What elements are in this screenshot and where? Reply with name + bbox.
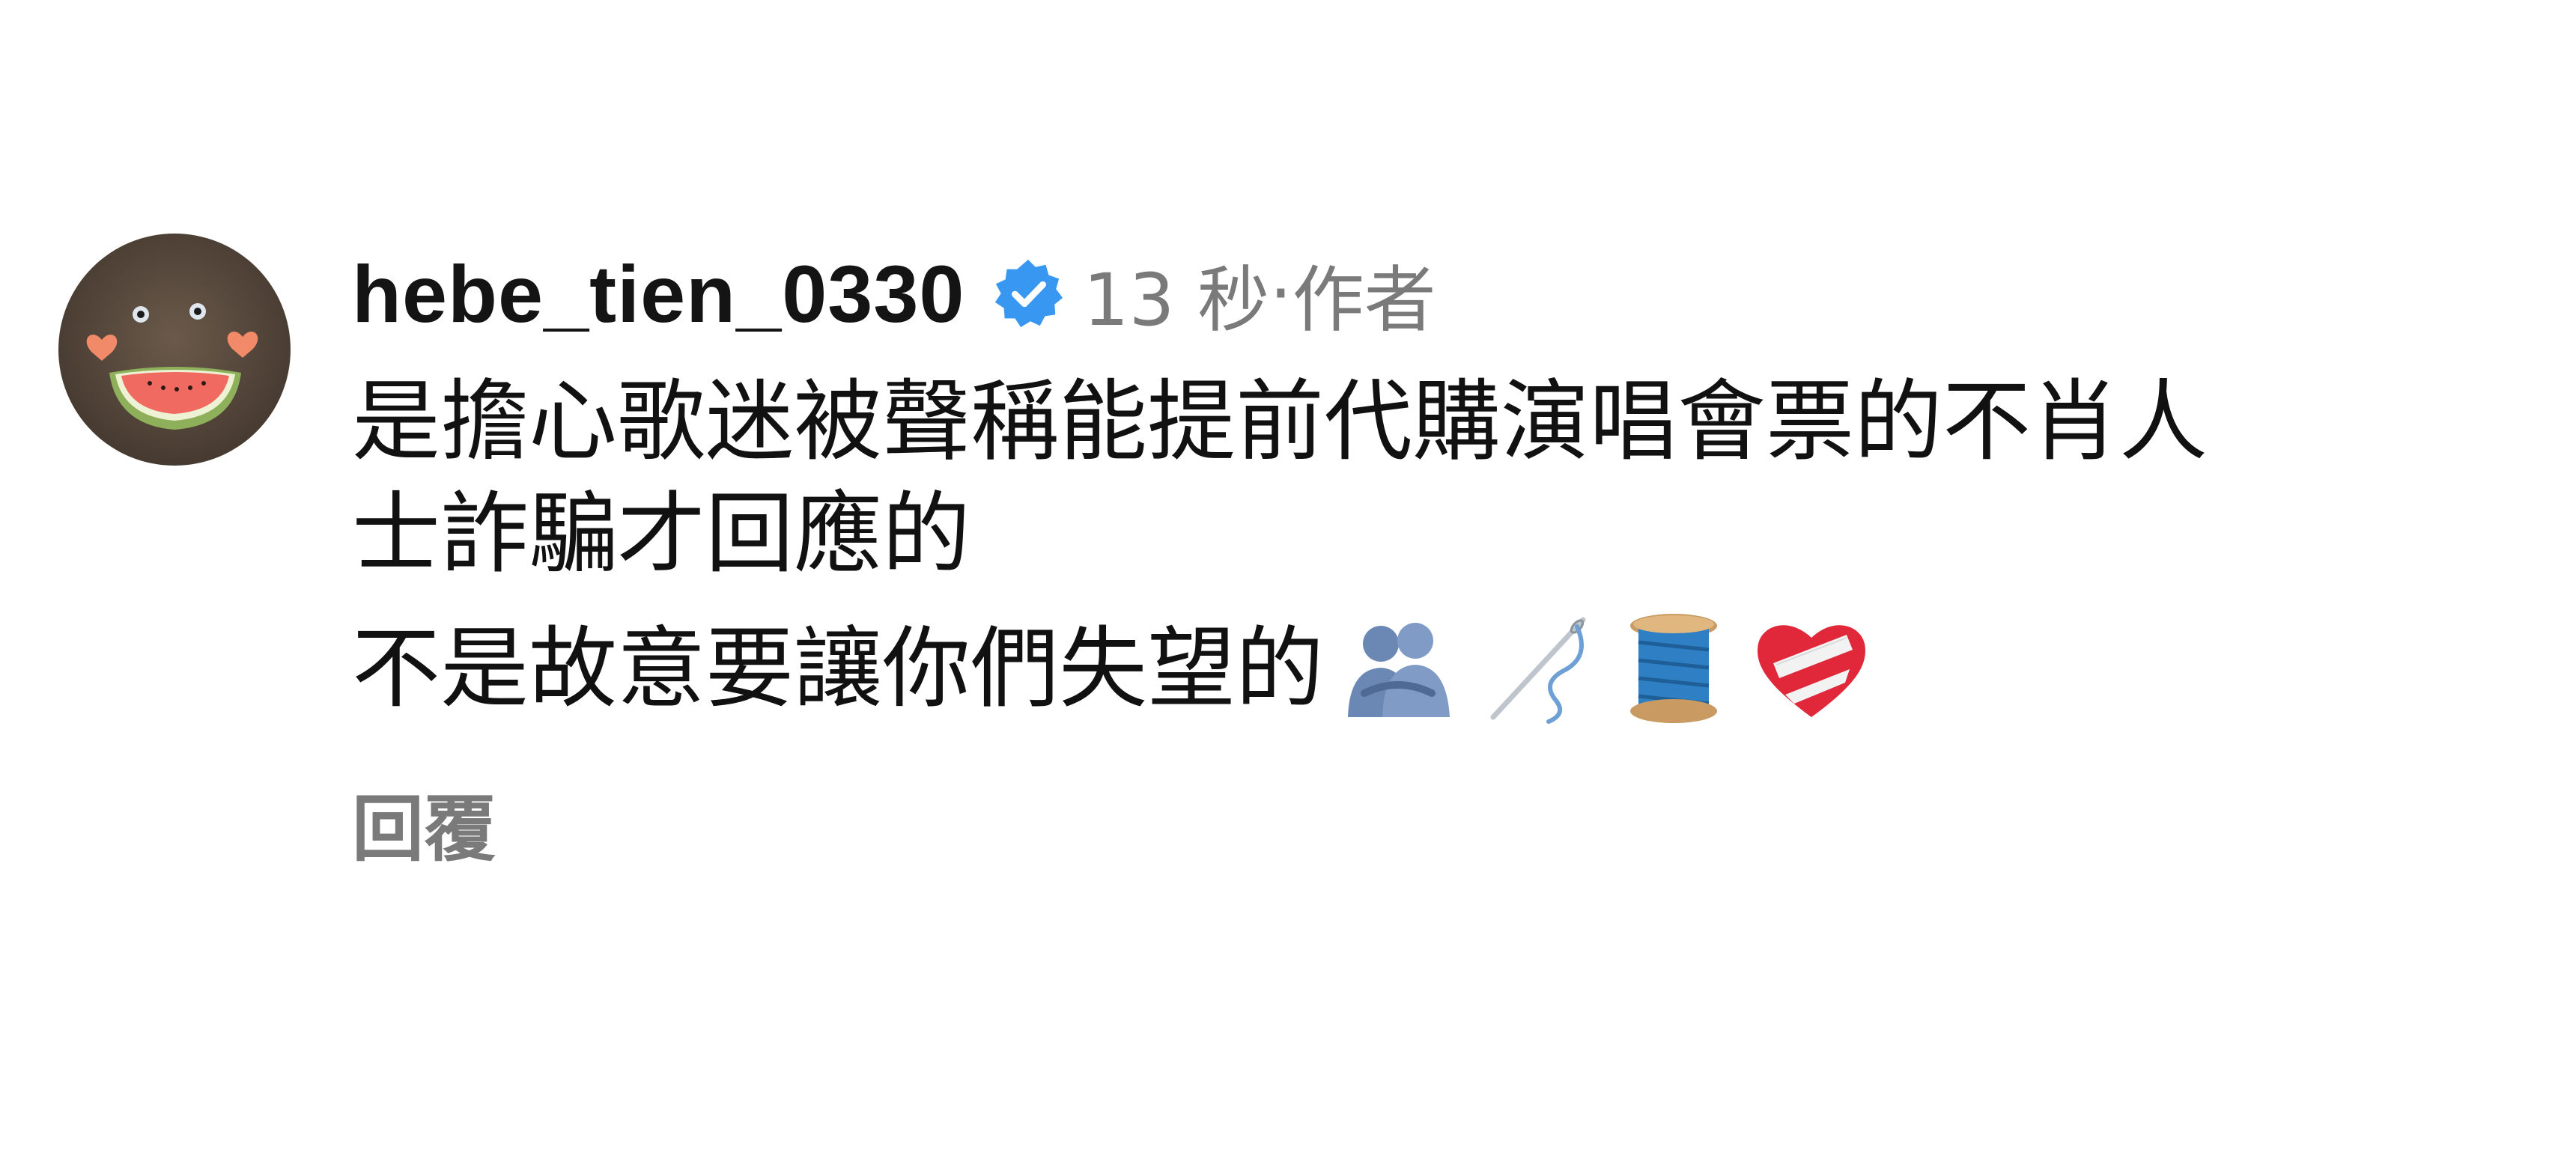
reply-button[interactable]: 回覆 [352,771,496,875]
needle-thread-icon [1472,605,1600,732]
comment-line: 是擔心歌迷被聲稱能提前代購演唱會票的不肖人 [352,370,2208,473]
comment-line-with-emoji: 不是故意要讓你們失望的 [352,605,2524,732]
mending-heart-icon [1748,605,1875,732]
comment-body: hebe_tien_0330 13 秒 · 作者 是擔心歌迷被聲稱能提前代購演唱… [352,234,2524,875]
comment-line: 士詐騙才回應的 [352,482,971,585]
comment-line: 不是故意要讓你們失望的 [352,617,1325,720]
thread-spool-icon [1610,605,1737,732]
avatar[interactable] [58,234,291,466]
meta-separator: · [1269,252,1292,335]
people-hugging-icon [1334,605,1462,732]
comment: hebe_tien_0330 13 秒 · 作者 是擔心歌迷被聲稱能提前代購演唱… [58,234,2530,907]
comment-text: 是擔心歌迷被聲稱能提前代購演唱會票的不肖人 士詐騙才回應的 不是故意要讓你們失望… [352,365,2524,732]
username[interactable]: hebe_tien_0330 [352,247,965,341]
comment-time: 13 秒 [1083,257,1270,342]
comment-header: hebe_tien_0330 13 秒 · 作者 [352,234,2524,353]
verified-badge-icon [991,257,1065,330]
author-badge: 作者 [1292,257,1436,342]
